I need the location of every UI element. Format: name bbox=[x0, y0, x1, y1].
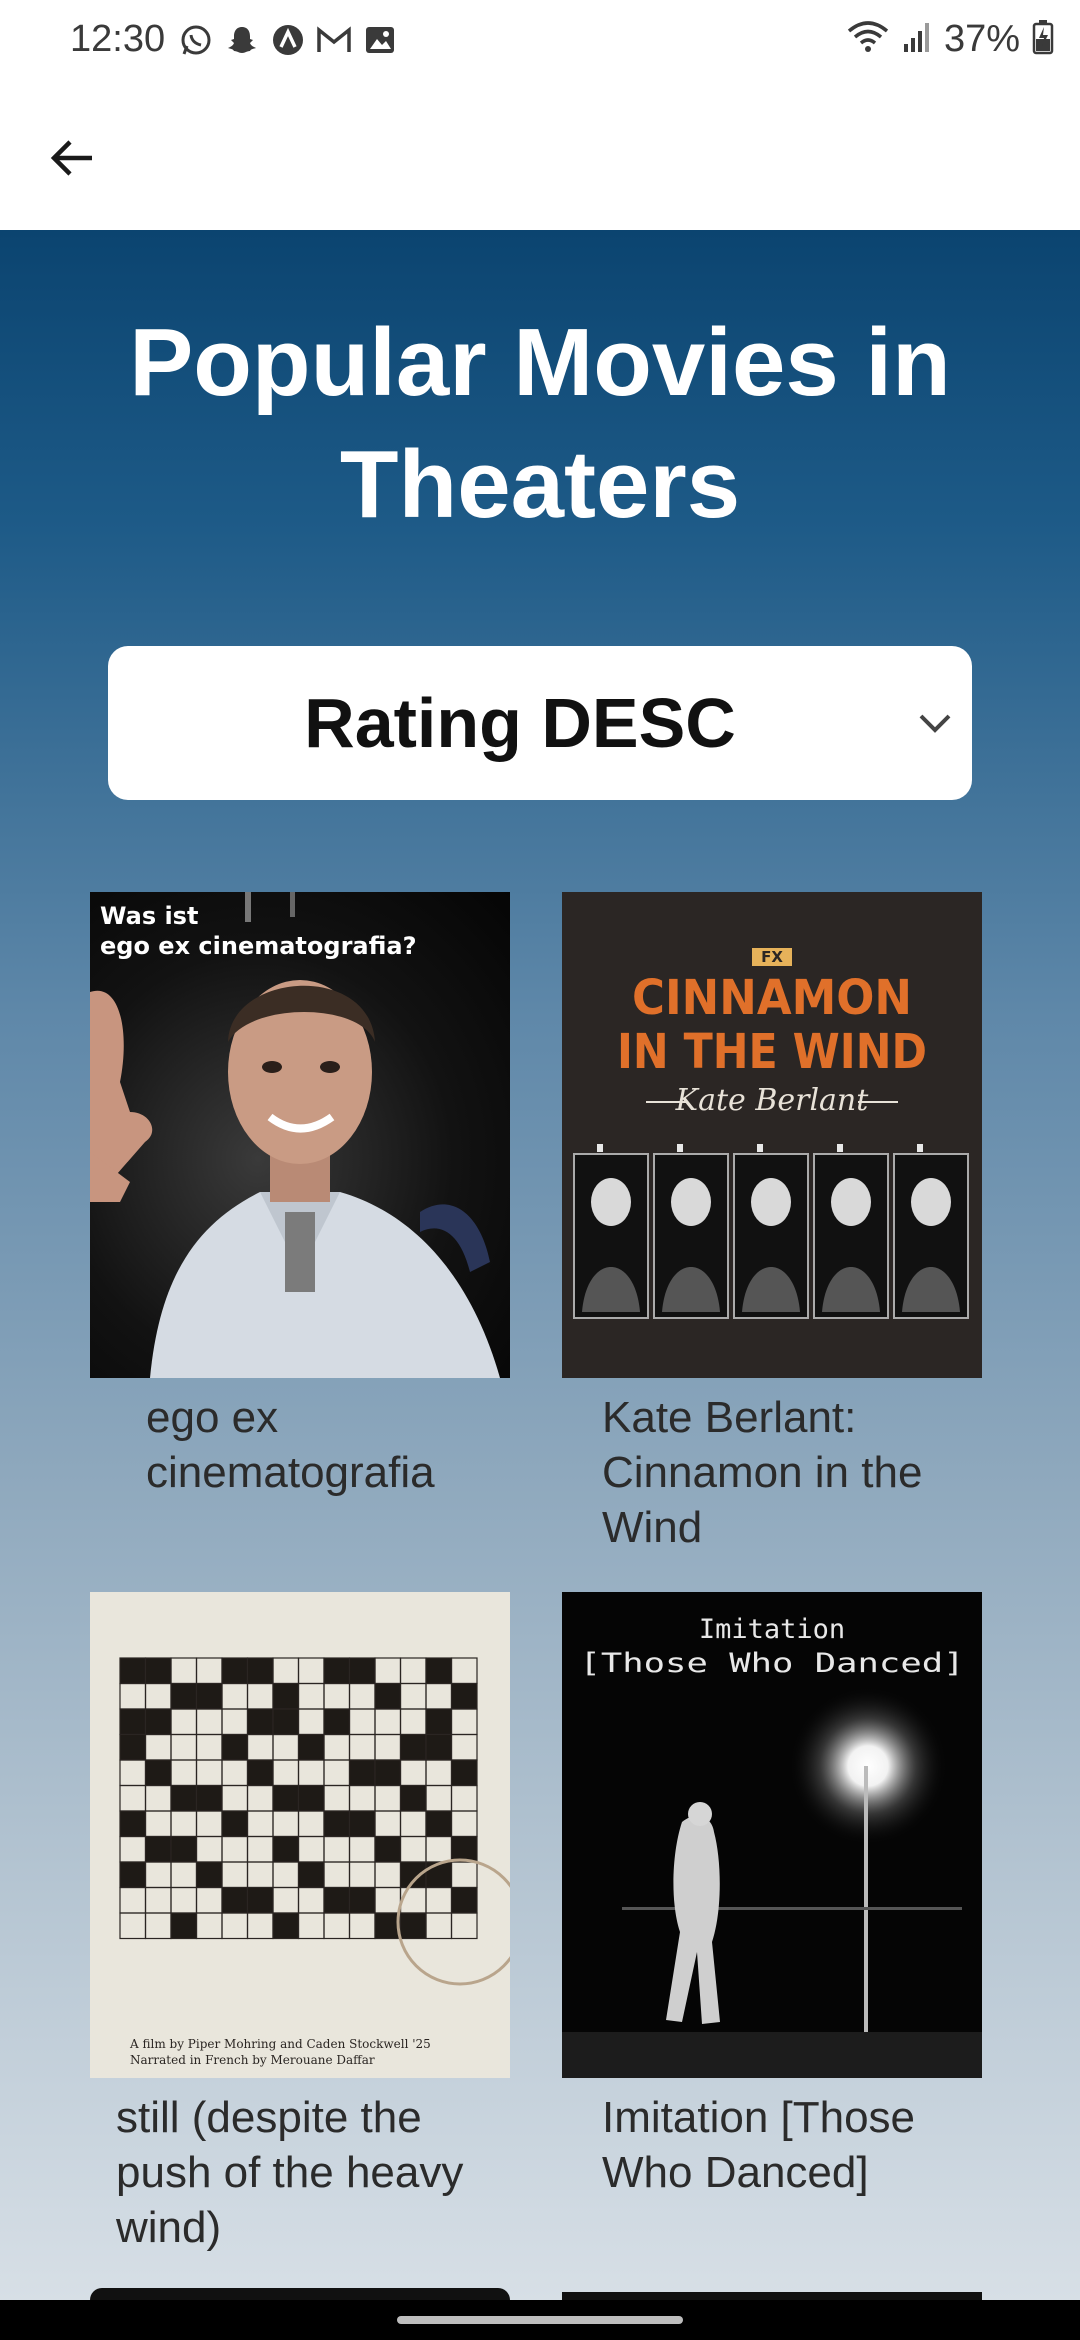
movie-poster[interactable]: Imitation [Those Who Danced] bbox=[562, 1592, 982, 2078]
whatsapp-icon bbox=[178, 22, 214, 58]
movie-poster[interactable]: A film by Piper Mohring and Caden Stockw… bbox=[90, 1592, 510, 2078]
page-title: Popular Movies in Theaters bbox=[129, 309, 951, 538]
movie-card[interactable]: A film by Piper Mohring and Caden Stockw… bbox=[90, 1592, 510, 2252]
notification-icons bbox=[178, 22, 398, 58]
battery-icon bbox=[1032, 19, 1054, 60]
movies-content[interactable]: Popular Movies in Theaters Rating DESC W… bbox=[0, 230, 1080, 2300]
battery-percent: 37% bbox=[943, 18, 1020, 60]
svg-text:CINNAMON: CINNAMON bbox=[632, 970, 912, 1026]
sort-dropdown[interactable]: Rating DESC bbox=[108, 646, 972, 800]
svg-text:Kate Berlant: Kate Berlant bbox=[675, 1083, 870, 1118]
status-bar: 12:30 37% bbox=[0, 0, 1080, 86]
app-bar bbox=[0, 86, 1080, 230]
movie-card[interactable]: FX CINNAMON IN THE WIND Kate Berlant Kat… bbox=[562, 892, 982, 1552]
snapchat-icon bbox=[224, 22, 260, 58]
movie-title: Kate Berlant: Cinnamon in the Wind bbox=[602, 1393, 923, 1552]
svg-text:A film by Piper Mohring and Ca: A film by Piper Mohring and Caden Stockw… bbox=[129, 2037, 431, 2051]
svg-text:FX: FX bbox=[761, 948, 783, 966]
movie-card[interactable] bbox=[90, 2288, 510, 2300]
movie-card[interactable] bbox=[562, 2292, 982, 2300]
movie-card[interactable]: Imitation [Those Who Danced] Imitation [… bbox=[562, 1592, 982, 2197]
wifi-icon bbox=[846, 19, 890, 60]
gmail-icon bbox=[316, 22, 352, 58]
chevron-down-icon bbox=[919, 714, 951, 733]
movie-poster[interactable] bbox=[90, 2288, 510, 2300]
arrow-left-icon bbox=[50, 140, 92, 176]
home-indicator[interactable] bbox=[397, 2316, 683, 2324]
movie-title: ego ex cinematografia bbox=[146, 1393, 435, 1497]
movie-poster[interactable]: Was ist ego ex cinematografia? bbox=[90, 892, 510, 1378]
svg-text:Imitation: Imitation bbox=[699, 1614, 845, 1645]
status-time: 12:30 bbox=[70, 18, 166, 60]
svg-text:Narrated in French by Merouane: Narrated in French by Merouane Daffar bbox=[130, 2053, 375, 2067]
system-icons: 37% bbox=[846, 18, 1054, 61]
sort-selected-value: Rating DESC bbox=[304, 684, 736, 762]
movie-title: still (despite the push of the heavy win… bbox=[116, 2093, 464, 2252]
svg-text:ego ex cinematografia?: ego ex cinematografia? bbox=[100, 932, 417, 960]
svg-text:Was ist: Was ist bbox=[100, 902, 198, 930]
movie-poster[interactable]: FX CINNAMON IN THE WIND Kate Berlant bbox=[562, 892, 982, 1378]
movie-title: Imitation [Those Who Danced] bbox=[602, 2093, 916, 2197]
navigation-bar bbox=[0, 2300, 1080, 2340]
movie-card[interactable]: Was ist ego ex cinematografia? ego ex ci… bbox=[90, 892, 510, 1497]
svg-text:IN THE WIND: IN THE WIND bbox=[617, 1024, 927, 1080]
app-icon bbox=[270, 22, 306, 58]
gallery-icon bbox=[362, 22, 398, 58]
signal-icon bbox=[902, 20, 932, 59]
back-button[interactable] bbox=[40, 126, 104, 190]
movie-poster[interactable] bbox=[562, 2292, 982, 2300]
svg-text:[Those Who Danced]: [Those Who Danced] bbox=[580, 1648, 965, 1679]
